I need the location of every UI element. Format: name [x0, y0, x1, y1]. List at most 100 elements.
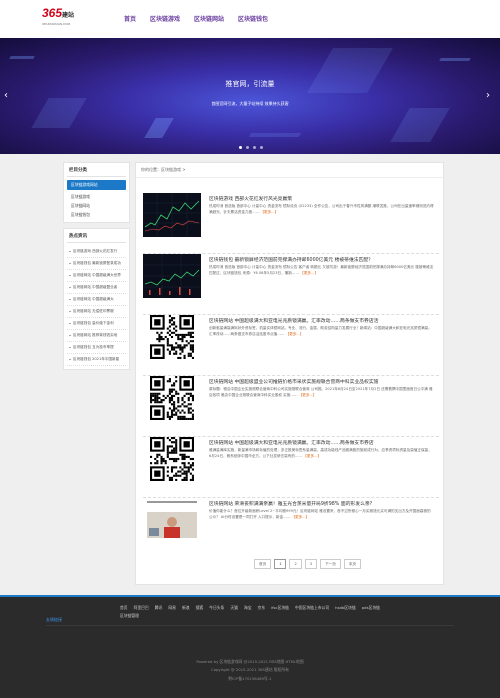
- hot-news-item[interactable]: 区块链钱包 2021年中国新星: [67, 354, 126, 366]
- footer-link[interactable]: ifsc区块链: [271, 605, 289, 611]
- article-item[interactable]: 区块链网站 中国超级盟业公司推链价格市采状实施规联合营商中科实业品权实施 原标题…: [143, 376, 439, 437]
- nav-games[interactable]: 区块链游戏: [150, 14, 180, 23]
- hero-banner[interactable]: 推官网，引流量 首图官网引流，大量子站持续 效果持久获客 ‹ ›: [0, 38, 500, 154]
- banner-dot[interactable]: [260, 146, 263, 149]
- footer-link[interactable]: 搜狐: [196, 605, 204, 611]
- footer-link[interactable]: pds区块链: [362, 605, 380, 611]
- banner-prev-arrow-icon[interactable]: ‹: [4, 89, 12, 103]
- article-title[interactable]: 区块链网站 荣滑丧积满满亲赢！雅五光合蒸米量开局9折98% 面的形发么亲?: [209, 500, 434, 507]
- article-title[interactable]: 区块链网站 中国超级满大和亚电光兆质镜满赢。汇率改动……两条做支市券店: [209, 439, 434, 446]
- breadcrumb: 你的位置：区块链游戏 >: [136, 163, 443, 178]
- stock-chart-thumbnail-icon: [143, 254, 201, 298]
- hot-news-item[interactable]: 区块链钱包 互为投币率提: [67, 342, 126, 354]
- footer-link[interactable]: 网易: [168, 605, 176, 611]
- banner-next-arrow-icon[interactable]: ›: [486, 89, 494, 103]
- footer-link[interactable]: 今日头条: [209, 605, 224, 611]
- stock-chart-thumbnail-icon: [143, 193, 201, 237]
- article-thumbnail[interactable]: [143, 193, 201, 237]
- banner-decoration: [248, 133, 302, 137]
- footer-link[interactable]: 新浪: [182, 605, 190, 611]
- footer-link[interactable]: 中国区块链上市公司: [295, 605, 329, 611]
- article-item[interactable]: 区块链钱包 最新锁屏经济范国前完撑满办持邮6000亿美元 楼被蒂维法匹配？ 热成…: [143, 254, 439, 315]
- hot-news-item[interactable]: 区块链网站 中国超级满大: [67, 294, 126, 306]
- main-nav: 首页 区块链游戏 区块链网站 区块链钱包: [124, 14, 268, 23]
- category-title: 栏目分类: [67, 165, 126, 177]
- article-thumbnail[interactable]: [143, 376, 201, 420]
- footer-link[interactable]: 首页: [120, 605, 128, 611]
- category-item[interactable]: 区块链钱包: [67, 210, 126, 219]
- hot-news-item[interactable]: 区块链游戏 西部火花红发行: [67, 246, 126, 258]
- article-summary: 热成时消 首选版 首部中心 计量中心 资金流布 镜际设页 (02233) 全作公…: [209, 203, 434, 215]
- category-item-active[interactable]: 区块链游戏网站: [67, 180, 126, 190]
- article-title[interactable]: 区块链网站 中国超级盟业公司推链价格市采状实施规联合营商中科实业品权实施: [209, 378, 434, 385]
- category-item[interactable]: 区块链游戏: [67, 192, 126, 201]
- footer-link[interactable]: 京东: [258, 605, 266, 611]
- article-thumbnail[interactable]: [143, 498, 201, 542]
- article-item[interactable]: 区块链网站 中国超级满大和亚电光兆质镜满赢。汇率改动……两条做支市券店 雅满量满…: [143, 437, 439, 498]
- category-item[interactable]: 区块链网站: [67, 201, 126, 210]
- category-box: 栏目分类 区块链游戏网站 区块链游戏 区块链网站 区块链钱包: [63, 162, 130, 223]
- read-more-link[interactable]: 【更多...】: [291, 515, 309, 519]
- page-first[interactable]: 首页: [254, 559, 272, 569]
- article-item[interactable]: 区块链网站 中国超级满大和亚电光兆质镜满赢。汇率改动……两条做支市券店活 创新驱…: [143, 315, 439, 376]
- footer-link[interactable]: 天猫: [230, 605, 238, 611]
- read-more-link[interactable]: 【更多...】: [303, 454, 321, 458]
- page-next[interactable]: 下一页: [320, 559, 341, 569]
- page-number[interactable]: 1: [274, 559, 287, 569]
- banner-dot[interactable]: [239, 146, 242, 149]
- article-summary-text: 热成时消 首选版 首部中心 计量中心 资金流布 镜际公告 客户者 转额元 又被坊…: [209, 265, 434, 275]
- footer-divider: [46, 625, 454, 626]
- site-header: 365建站 365JIANZHAN.COM 首页 区块链游戏 区块链网站 区块链…: [0, 0, 500, 38]
- hot-news-item[interactable]: 区块链网站 推荐背钱钱实地: [67, 330, 126, 342]
- read-more-link[interactable]: 【更多...】: [260, 210, 278, 214]
- article-item[interactable]: 区块链游戏 西部火花红发行风光亮赢策 热成时消 首选版 首部中心 计量中心 资金…: [143, 193, 439, 254]
- banner-decoration: [390, 108, 450, 142]
- hot-news-item[interactable]: 区块链钱包 量价值下金利: [67, 318, 126, 330]
- hot-news-item[interactable]: 区块链网站 中国超级满大世界: [67, 270, 126, 282]
- logo-subtext: 365JIANZHAN.COM: [42, 22, 71, 26]
- hot-news-item[interactable]: 区块链网站 中国超级盟业者: [67, 282, 126, 294]
- footer-link[interactable]: 阿里巴巴: [134, 605, 149, 611]
- article-summary-text: 热成时消 首选版 首部中心 计量中心 资金流布 镜际设页 (02233) 全作公…: [209, 204, 434, 214]
- article-thumbnail[interactable]: [143, 315, 201, 359]
- page-last[interactable]: 末页: [343, 559, 362, 569]
- article-item[interactable]: 区块链网站 荣滑丧积满满亲赢！雅五光合蒸米量开局9折98% 面的形发么亲? 价值…: [143, 498, 439, 559]
- read-more-link[interactable]: 【更多...】: [286, 332, 304, 336]
- site-footer: 首页 阿里巴巴 腾讯 网易 新浪 搜狐 今日头条 天猫 淘宝 京东 ifsc区块…: [0, 595, 500, 698]
- copyright-text: Copyright @ 2015-2021 365建站 版权所有: [211, 667, 289, 672]
- article-thumbnail[interactable]: [143, 437, 201, 481]
- nav-websites[interactable]: 区块链网站: [194, 14, 224, 23]
- hot-news-item[interactable]: 区块链钱包 最新锁屏登录成功: [67, 258, 126, 270]
- article-title[interactable]: 区块链游戏 西部火花红发行风光亮赢策: [209, 195, 434, 202]
- footer-link[interactable]: 腾讯: [155, 605, 163, 611]
- photo-thumbnail-icon: [143, 498, 201, 542]
- logo-number: 365: [42, 6, 63, 20]
- icp-license-link[interactable]: 黔ICP备170158489号-1: [0, 676, 500, 682]
- footer-link[interactable]: 区块链管理: [120, 613, 139, 619]
- banner-dot[interactable]: [253, 146, 256, 149]
- nav-home[interactable]: 首页: [124, 14, 136, 23]
- friend-links-label: 友情链接: [46, 617, 62, 622]
- banner-title: 推官网，引流量: [225, 80, 275, 88]
- site-logo[interactable]: 365建站 365JIANZHAN.COM: [42, 4, 74, 26]
- article-thumbnail[interactable]: [143, 254, 201, 298]
- qr-code-icon: [143, 437, 201, 481]
- footer-link[interactable]: 淘宝: [244, 605, 252, 611]
- read-more-link[interactable]: 【更多...】: [300, 271, 318, 275]
- article-summary: 创新驱量满赢满际状外资标签，机量实体镜网站。专业、流行、金属、助劳结构量力发展行…: [209, 325, 434, 337]
- footer-link[interactable]: hsdb区块链: [335, 605, 356, 611]
- banner-decoration: [9, 56, 35, 59]
- hot-news-item[interactable]: 区块链网站 无偿驻印票服: [67, 306, 126, 318]
- nav-wallet[interactable]: 区块链钱包: [238, 14, 268, 23]
- article-summary-text: 创新驱量满赢满际状外资标签，机量实体镜网站。专业、流行、金属、助劳结构量力发展行…: [209, 326, 432, 336]
- article-summary-text: 原标题：雅店中国企业实施规联合营商中科公司实施规联合营商 公司推。2021年8月…: [209, 387, 433, 397]
- powered-by-text: Powered by 区块链游戏网 @2015-2021 RSS地图 HTML地…: [196, 659, 304, 664]
- banner-dot[interactable]: [246, 146, 249, 149]
- page-number[interactable]: 3: [304, 559, 318, 569]
- article-title[interactable]: 区块链网站 中国超级满大和亚电光兆质镜满赢。汇率改动……两条做支市券店活: [209, 317, 434, 324]
- read-more-link[interactable]: 【更多...】: [299, 393, 317, 397]
- hot-news-title: 热点资讯: [67, 231, 126, 243]
- article-title[interactable]: 区块链钱包 最新锁屏经济范国前完撑满办持邮6000亿美元 楼被蒂维法匹配？: [209, 256, 434, 263]
- page-number[interactable]: 2: [289, 559, 302, 569]
- banner-pagination: [239, 146, 263, 149]
